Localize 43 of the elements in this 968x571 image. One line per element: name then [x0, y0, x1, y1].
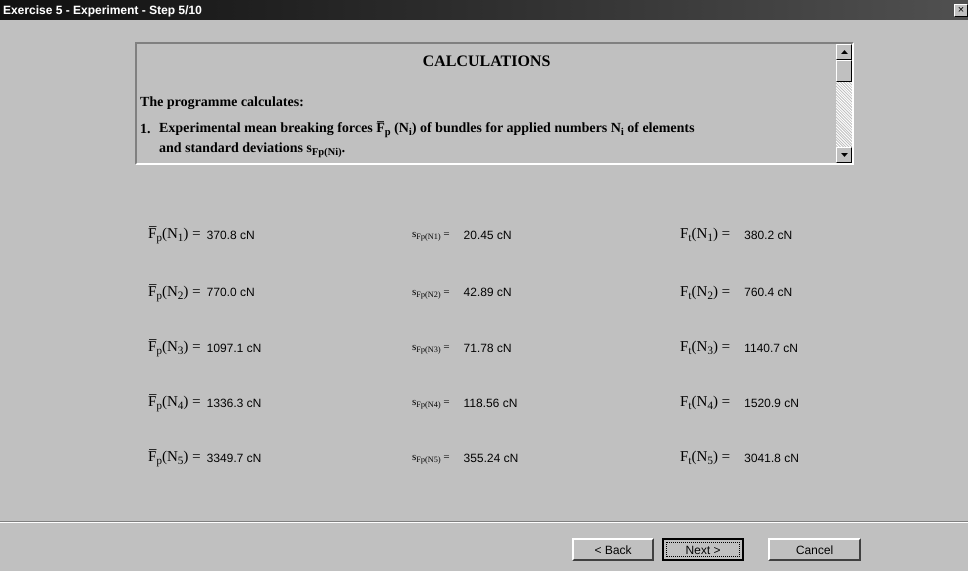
panel-heading: CALCULATIONS — [422, 52, 550, 72]
wizard-button[interactable]: Next > — [662, 538, 744, 561]
formula-label: F̅$_{p}$(N$_{5}$) = — [148, 448, 201, 469]
wizard-button[interactable]: < Back — [572, 538, 654, 561]
result-value: 71.78 cN — [464, 340, 512, 356]
formula-label: s$_{Fp(N3)}$ = — [412, 340, 450, 356]
scroll-down-icon[interactable] — [836, 147, 852, 163]
result-value: 1520.9 cN — [744, 394, 799, 412]
result-value: 380.2 cN — [744, 226, 792, 244]
formula-label: F̅$_{p}$(N$_{3}$) = — [148, 338, 201, 359]
formula-label: s$_{Fp(N2)}$ = — [412, 284, 450, 300]
item-number: 1. — [140, 121, 152, 139]
result-value: 370.8 cN — [206, 226, 255, 244]
formula-label: F$_{t}$(N$_{1}$) = — [680, 225, 730, 246]
formula-label: s$_{Fp(N5)}$ = — [412, 450, 450, 466]
result-value: 355.24 cN — [464, 450, 518, 466]
window-title: Exercise 5 - Experiment - Step 5/10 — [3, 2, 202, 19]
formula-label: F̅$_{p}$(N$_{2}$) = — [148, 282, 201, 304]
result-value: 1336.3 cN — [206, 394, 262, 412]
scroll-thumb[interactable] — [836, 60, 852, 82]
close-button[interactable]: × — [954, 4, 968, 16]
intro-text: The programme calculates: — [140, 94, 304, 112]
result-value: 118.56 cN — [464, 394, 518, 412]
result-value: 42.89 cN — [464, 284, 512, 301]
formula-label: F$_{t}$(N$_{2}$) = — [680, 282, 730, 304]
scrollbar[interactable] — [836, 44, 852, 163]
formula-label: F̅$_{p}$(N$_{1}$) = — [148, 225, 201, 246]
formula-label: F$_{t}$(N$_{3}$) = — [680, 338, 730, 359]
formula-label: F$_{t}$(N$_{5}$) = — [680, 448, 730, 469]
formula-label: s$_{Fp(N4)}$ = — [412, 395, 450, 411]
result-value: 3349.7 cN — [206, 450, 262, 466]
item-text: Experimental mean breaking forces F̅$_{p}$ (N$_{i}$) of bundles for applied numbers N$_{i}$ of elements and standard deviations s$_{Fp(Ni)}$. — [159, 120, 696, 160]
formula-label: F$_{t}$(N$_{4}$) = — [680, 393, 730, 414]
formula-label: F̅$_{p}$(N$_{4}$) = — [148, 393, 201, 414]
result-value: 770.0 cN — [206, 284, 255, 301]
result-value: 1140.7 cN — [744, 340, 798, 356]
formula-label: s$_{Fp(N1)}$ = — [412, 227, 450, 243]
result-value: 20.45 cN — [464, 226, 512, 244]
result-value: 760.4 cN — [744, 284, 792, 301]
wizard-button[interactable]: Cancel — [768, 538, 861, 561]
result-value: 1097.1 cN — [206, 340, 262, 356]
scroll-up-icon[interactable] — [836, 44, 852, 60]
result-value: 3041.8 cN — [744, 450, 799, 466]
